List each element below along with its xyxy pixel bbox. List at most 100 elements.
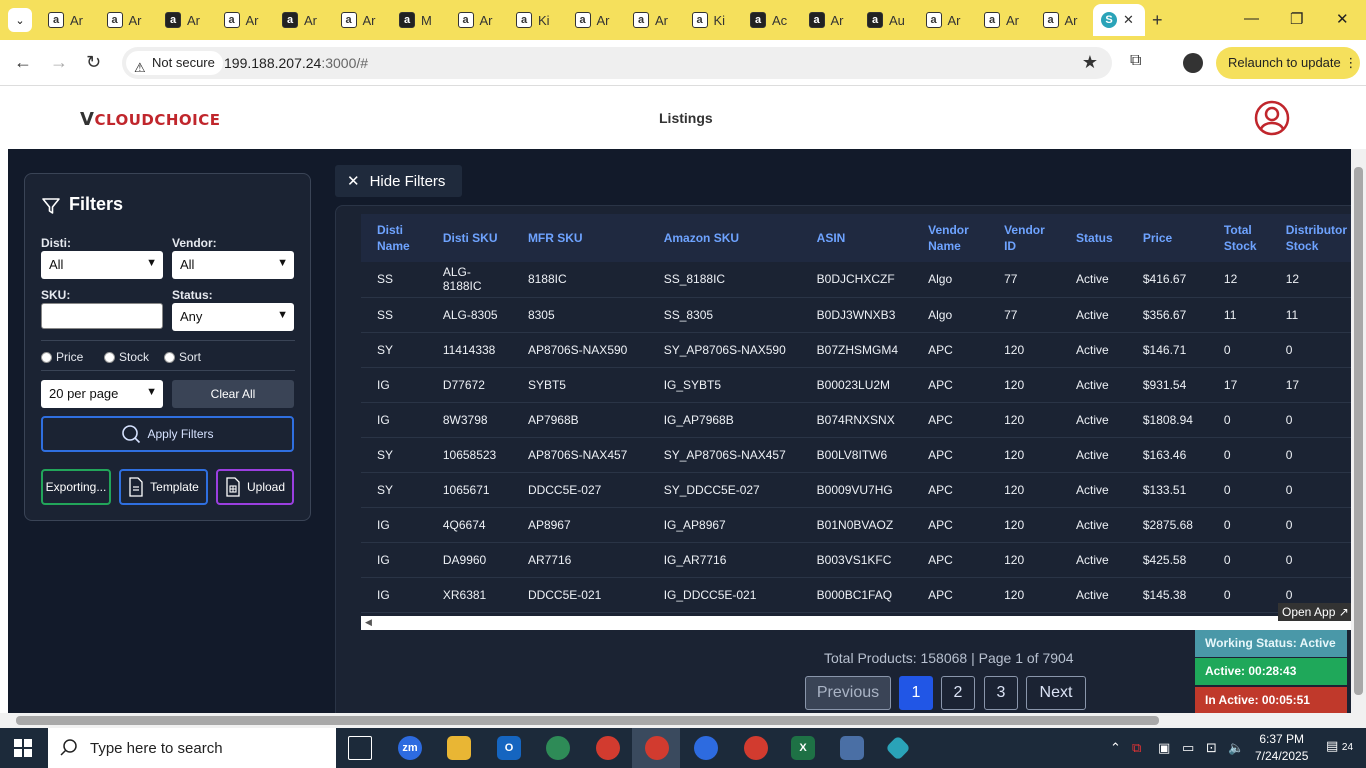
excel-icon[interactable]: X bbox=[791, 736, 815, 760]
zoom-app-icon[interactable]: zm bbox=[398, 736, 422, 760]
open-app-link[interactable]: Open App ↗ bbox=[1278, 603, 1353, 621]
taskbar-search-box[interactable]: Type here to search bbox=[48, 728, 336, 768]
column-header[interactable]: Disti Name bbox=[361, 214, 427, 262]
browser-tab[interactable]: a Au bbox=[859, 4, 918, 36]
maximize-button[interactable]: ❐ bbox=[1290, 10, 1303, 28]
sort-sort-radio[interactable]: Sort bbox=[164, 350, 201, 364]
windows-start-icon[interactable] bbox=[14, 739, 32, 757]
browser-tab[interactable]: a Ar bbox=[40, 4, 99, 36]
browser-tab[interactable]: a Ki bbox=[508, 4, 567, 36]
tab-search-button[interactable]: ⌄ bbox=[8, 8, 32, 32]
security-chip[interactable]: ⚠ Not secure bbox=[126, 51, 223, 75]
vcloudchoice-logo[interactable]: VCLOUDCHOICE bbox=[80, 109, 221, 130]
active-browser-tab[interactable]: S ✕ bbox=[1093, 4, 1145, 36]
browser-tab[interactable]: a Ar bbox=[567, 4, 626, 36]
page-3-button[interactable]: 3 bbox=[984, 676, 1018, 710]
browser-tab[interactable]: a Ar bbox=[976, 4, 1035, 36]
minimize-button[interactable]: — bbox=[1244, 10, 1259, 27]
sort-price-radio[interactable]: Price bbox=[41, 350, 83, 364]
sku-input[interactable] bbox=[41, 303, 163, 329]
hide-filters-button[interactable]: ✕ Hide Filters bbox=[335, 165, 462, 197]
table-horizontal-scrollbar[interactable]: ◀ bbox=[361, 616, 1351, 630]
browser-tab[interactable]: a Ar bbox=[1035, 4, 1094, 36]
tray-app-icon[interactable]: ▣ bbox=[1158, 740, 1170, 756]
apply-filters-button[interactable]: Apply Filters bbox=[41, 416, 294, 452]
table-row[interactable]: SY 10658523 AP8706S-NAX457 SY_AP8706S-NAX45… bbox=[361, 437, 1351, 473]
address-bar[interactable]: ⚠ Not secure 199.188.207.24:3000/# ★ bbox=[122, 47, 1112, 79]
browser-tab[interactable]: a Ar bbox=[333, 4, 392, 36]
browser-tab[interactable]: a Ac bbox=[742, 4, 801, 36]
upload-button[interactable]: Upload bbox=[216, 469, 294, 505]
column-header[interactable]: Total Stock bbox=[1207, 214, 1270, 262]
browser-tab[interactable]: a Ar bbox=[216, 4, 275, 36]
browser-tab[interactable]: a Ar bbox=[157, 4, 216, 36]
table-row[interactable]: SS ALG-8188IC 8188IC SS_8188IC B0DJCHXCZF Alg… bbox=[361, 262, 1351, 298]
column-header[interactable]: ASIN bbox=[800, 214, 913, 262]
chrome-icon[interactable] bbox=[596, 736, 620, 760]
close-tab-icon[interactable]: ✕ bbox=[1123, 12, 1134, 28]
chevron-up-icon[interactable]: ⌃ bbox=[1110, 740, 1121, 756]
chrome-icon[interactable] bbox=[694, 736, 718, 760]
volume-icon[interactable]: 🔈 bbox=[1228, 740, 1244, 756]
column-header[interactable]: Disti SKU bbox=[426, 214, 512, 262]
status-select[interactable]: Any ▼ bbox=[172, 303, 294, 331]
browser-tab[interactable]: a Ki bbox=[684, 4, 743, 36]
reload-button[interactable]: ↻ bbox=[86, 52, 101, 73]
column-header[interactable]: Distributor Stock bbox=[1269, 214, 1351, 262]
task-view-icon[interactable] bbox=[348, 736, 372, 760]
notifications-icon[interactable]: ▤ 24 bbox=[1326, 738, 1353, 754]
column-header[interactable]: Vendor ID bbox=[988, 214, 1061, 262]
table-row[interactable]: SY 1065671 DDCC5E-027 SY_DDCC5E-027 B0009VU7… bbox=[361, 472, 1351, 508]
browser-tab[interactable]: a Ar bbox=[918, 4, 977, 36]
column-header[interactable]: MFR SKU bbox=[511, 214, 648, 262]
browser-tab[interactable]: a Ar bbox=[99, 4, 158, 36]
table-row[interactable]: IG 4Q6674 AP8967 IG_AP8967 B01N0BVAOZ APC 120 A… bbox=[361, 507, 1351, 543]
chrome-icon[interactable] bbox=[645, 736, 669, 760]
table-row[interactable]: IG D77672 SYBT5 IG_SYBT5 B00023LU2M APC 120 Act… bbox=[361, 367, 1351, 403]
table-row[interactable]: SY 11414338 AP8706S-NAX590 SY_AP8706S-NAX59… bbox=[361, 332, 1351, 368]
close-window-button[interactable]: ✕ bbox=[1336, 10, 1349, 28]
export-button[interactable]: Exporting... bbox=[41, 469, 111, 505]
column-header[interactable]: Price bbox=[1126, 214, 1208, 262]
column-header[interactable]: Vendor Name bbox=[912, 214, 989, 262]
browser-tab[interactable]: aM bbox=[391, 4, 450, 36]
profile-avatar[interactable] bbox=[1183, 53, 1203, 73]
user-account-icon[interactable] bbox=[1254, 100, 1290, 136]
browser-tab[interactable]: a Ar bbox=[450, 4, 509, 36]
page-2-button[interactable]: 2 bbox=[941, 676, 975, 710]
pdf-tray-icon[interactable]: ⧉ bbox=[1132, 740, 1141, 756]
table-row[interactable]: IG DA9960 AR7716 IG_AR7716 B003VS1KFC APC 120 A… bbox=[361, 542, 1351, 578]
back-button[interactable]: ← bbox=[14, 52, 32, 73]
scroll-left-arrow-icon[interactable]: ◀ bbox=[365, 617, 372, 628]
calculator-icon[interactable] bbox=[840, 736, 864, 760]
chrome-icon[interactable] bbox=[546, 736, 570, 760]
vendor-select[interactable]: All ▼ bbox=[172, 251, 294, 279]
page-horizontal-scrollbar[interactable] bbox=[0, 713, 1366, 728]
clear-all-button[interactable]: Clear All bbox=[172, 380, 294, 408]
browser-tab[interactable]: a Ar bbox=[274, 4, 333, 36]
disti-select[interactable]: All ▼ bbox=[41, 251, 163, 279]
scrollbar-thumb[interactable] bbox=[16, 716, 1159, 725]
browser-tab[interactable]: a Ar bbox=[801, 4, 860, 36]
template-button[interactable]: Template bbox=[119, 469, 208, 505]
column-header[interactable]: Status bbox=[1060, 214, 1127, 262]
battery-icon[interactable]: ▭ bbox=[1182, 740, 1194, 756]
page-vertical-scrollbar[interactable] bbox=[1351, 149, 1366, 713]
page-1-button[interactable]: 1 bbox=[899, 676, 933, 710]
table-row[interactable]: IG XR6381 DDCC5E-021 IG_DDCC5E-021 B000BC1FA… bbox=[361, 577, 1351, 613]
next-page-button[interactable]: Next bbox=[1026, 676, 1086, 710]
url-text[interactable]: 199.188.207.24:3000/# bbox=[224, 55, 368, 71]
extensions-puzzle-icon[interactable]: ⧉ bbox=[1130, 52, 1141, 70]
system-clock[interactable]: 6:37 PM 7/24/2025 bbox=[1255, 731, 1308, 765]
bookmark-star-icon[interactable]: ★ bbox=[1082, 52, 1098, 73]
relaunch-button[interactable]: Relaunch to update ⋮ bbox=[1216, 47, 1360, 79]
new-tab-button[interactable]: + bbox=[1152, 10, 1163, 31]
kite-app-icon[interactable] bbox=[885, 735, 911, 761]
column-header[interactable]: Amazon SKU bbox=[647, 214, 801, 262]
outlook-icon[interactable]: O bbox=[497, 736, 521, 760]
forward-button[interactable]: → bbox=[50, 52, 68, 73]
network-icon[interactable]: ⊡ bbox=[1206, 740, 1217, 756]
table-row[interactable]: SS ALG-8305 8305 SS_8305 B0DJ3WNXB3 Algo 77 Act… bbox=[361, 297, 1351, 333]
browser-tab[interactable]: a Ar bbox=[625, 4, 684, 36]
file-explorer-icon[interactable] bbox=[447, 736, 471, 760]
